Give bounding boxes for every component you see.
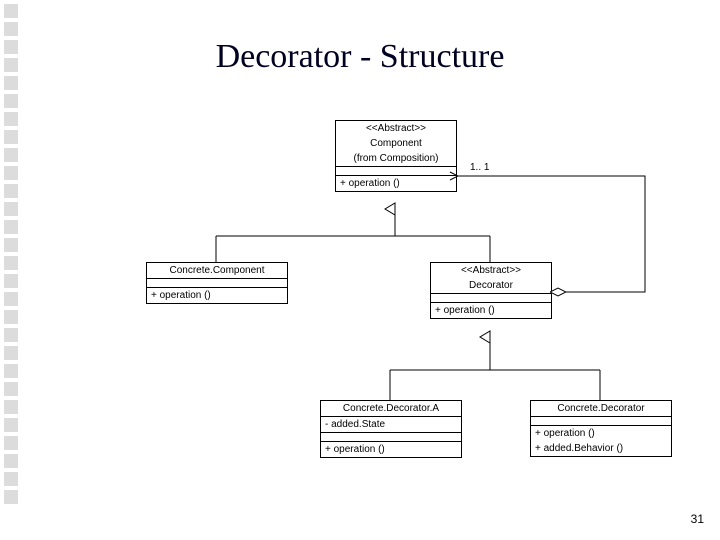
slide-title: Decorator - Structure [0,38,720,76]
uml-class-component: <<Abstract>> Component (from Composition… [335,120,457,192]
component-from: (from Composition) [336,151,456,166]
concrete-decorator-a-name: Concrete.Decorator.A [321,401,461,416]
uml-class-concrete-decorator-b: Concrete.Decorator + operation () + adde… [530,400,672,457]
left-square-decor [4,4,18,504]
uml-class-concrete-component: Concrete.Component + operation () [146,262,288,304]
concrete-decorator-a-attr: - added.State [321,417,461,432]
component-stereotype: <<Abstract>> [336,121,456,136]
concrete-decorator-b-name: Concrete.Decorator [531,401,671,416]
decorator-name: Decorator [431,278,551,293]
concrete-decorator-b-op2: + added.Behavior () [531,441,671,456]
connector-overlay [0,0,720,540]
uml-class-concrete-decorator-a: Concrete.Decorator.A - added.State + ope… [320,400,462,458]
decorator-operation: + operation () [431,303,551,318]
multiplicity-label: 1.. 1 [470,162,489,173]
uml-class-decorator: <<Abstract>> Decorator + operation () [430,262,552,319]
slide-stage: Decorator - Structure <<Abstract>> Compo… [0,0,720,540]
component-operation: + operation () [336,176,456,191]
component-name: Component [336,136,456,151]
page-number: 31 [691,512,704,526]
concrete-decorator-b-op1: + operation () [531,426,671,441]
decorator-stereotype: <<Abstract>> [431,263,551,278]
concrete-component-operation: + operation () [147,288,287,303]
concrete-component-name: Concrete.Component [147,263,287,278]
concrete-decorator-a-op: + operation () [321,442,461,457]
